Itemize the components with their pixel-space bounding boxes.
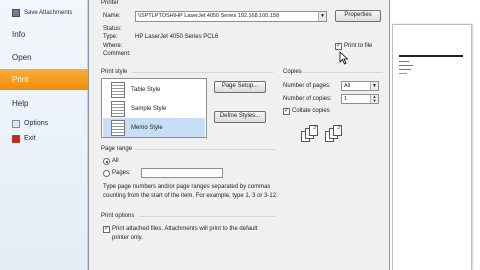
sample-style-icon — [111, 100, 125, 117]
page-range-pages-label: Pages: — [112, 170, 131, 176]
print-style-item-label: Memo Style — [131, 124, 163, 131]
table-style-icon — [111, 81, 125, 98]
preview-rule — [399, 55, 463, 57]
print-to-file-label: Print to file — [344, 43, 373, 49]
page-range-all-radio[interactable] — [103, 158, 110, 165]
sidebar-item-label: Help — [12, 98, 29, 108]
collate-page: 3 — [333, 125, 342, 136]
sidebar-item-info[interactable]: Info — [0, 25, 88, 43]
print-attached-files-checkbox[interactable]: ✓ — [103, 226, 110, 233]
number-of-pages-select[interactable]: All ▼ — [341, 81, 379, 91]
sidebar-item-label: Options — [24, 120, 49, 127]
divider — [131, 72, 273, 73]
print-style-item-selected[interactable]: Memo Style — [103, 118, 205, 137]
preview-text-line — [399, 73, 407, 74]
save-attachments-icon — [12, 9, 20, 17]
sidebar-item-label: Print — [12, 75, 29, 84]
sidebar-item-exit[interactable]: Exit — [0, 132, 88, 145]
page-setup-button[interactable]: Page Setup... — [214, 81, 266, 93]
printer-name-value: \\SPTLPTOSH\HP LaserJet 4050 Series 192.… — [138, 13, 280, 19]
status-label: Status: — [103, 26, 122, 32]
number-of-copies-label: Number of copies: — [283, 96, 332, 102]
sidebar-item-print[interactable]: Print — [0, 69, 88, 90]
sidebar-item-label: Info — [12, 29, 26, 39]
sidebar-item-label: Save Attachments — [24, 10, 73, 16]
print-preview-page — [392, 24, 472, 270]
comment-label: Comment: — [103, 51, 131, 57]
page-range-all-label: All — [112, 158, 119, 164]
print-style-item[interactable]: Table Style — [103, 80, 205, 99]
chevron-down-icon[interactable]: ▼ — [370, 82, 378, 90]
sidebar-item-help[interactable]: Help — [0, 94, 88, 112]
print-style-item[interactable]: Sample Style — [103, 99, 205, 118]
sidebar-item-label: Exit — [24, 135, 36, 142]
printer-section-label: Printer — [101, 0, 119, 6]
preview-text-line — [399, 61, 409, 62]
page-range-pages-radio[interactable] — [103, 170, 110, 177]
copies-section-label: Copies — [283, 69, 302, 75]
preview-text-line — [399, 69, 411, 70]
divider — [135, 149, 275, 150]
print-attached-files-label: Print attached files. Attachments will p… — [112, 226, 258, 241]
print-to-file-checkbox[interactable]: ✓ — [335, 43, 342, 50]
options-icon — [12, 119, 20, 128]
collate-copies-checkbox[interactable]: ✓ — [283, 108, 290, 115]
page-range-help-text: Type page numbers and/or page ranges sep… — [103, 184, 278, 199]
sidebar-item-open[interactable]: Open — [0, 48, 88, 66]
number-of-copies-value: 1 — [344, 96, 348, 102]
sidebar-item-options[interactable]: Options — [0, 117, 88, 130]
collate-copies-label: Collate copies — [292, 108, 330, 114]
page-range-section-label: Page range — [101, 146, 133, 152]
collate-page: 3 — [309, 125, 318, 136]
where-label: Where: — [103, 43, 123, 49]
define-styles-button[interactable]: Define Styles... — [214, 111, 266, 123]
page-range-pages-input[interactable] — [141, 168, 223, 178]
spinner-arrows-icon[interactable]: ▲ ▼ — [370, 95, 378, 103]
number-of-pages-label: Number of pages: — [283, 83, 331, 89]
backstage-sidebar: Save Attachments Info Open Print Help Op… — [0, 0, 88, 270]
print-style-list[interactable]: Table Style Sample Style Memo Style — [101, 78, 207, 138]
properties-button[interactable]: Properties — [335, 10, 381, 22]
print-options-section-label: Print options — [101, 213, 135, 219]
divider — [139, 216, 275, 217]
sidebar-item-label: Open — [12, 52, 32, 62]
print-style-section-label: Print style — [101, 69, 128, 75]
type-value: HP LaserJet 4050 Series PCL6 — [135, 34, 219, 40]
number-of-copies-stepper[interactable]: 1 ▲ ▼ — [341, 94, 379, 104]
sidebar-item-save-attachments[interactable]: Save Attachments — [0, 6, 88, 20]
printer-name-select[interactable]: \\SPTLPTOSH\HP LaserJet 4050 Series 192.… — [135, 11, 327, 22]
mouse-cursor-icon — [339, 51, 349, 65]
chevron-down-icon[interactable]: ▼ — [318, 12, 326, 21]
print-style-item-label: Sample Style — [131, 105, 167, 112]
divider — [303, 72, 383, 73]
preview-text-line — [399, 65, 413, 66]
print-style-item-label: Table Style — [131, 86, 161, 93]
printer-name-label: Name: — [103, 13, 121, 19]
exit-icon — [12, 134, 20, 143]
type-label: Type: — [103, 34, 118, 40]
number-of-pages-value: All — [344, 83, 351, 89]
memo-style-icon — [111, 119, 125, 136]
